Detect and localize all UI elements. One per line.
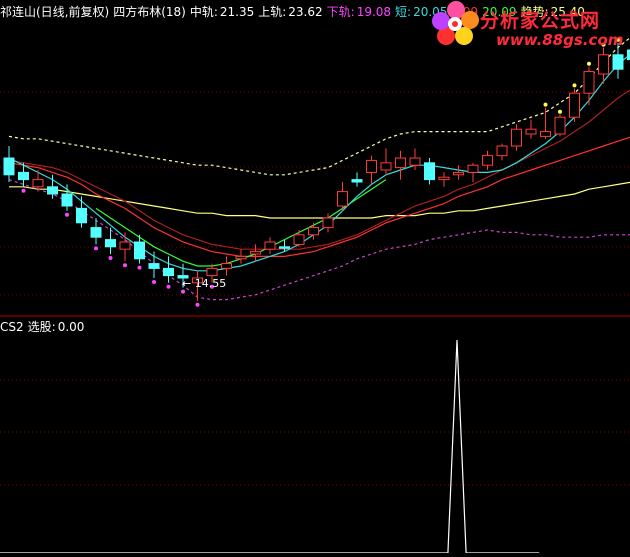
low-signal-dot (65, 213, 69, 217)
candle-body (599, 55, 609, 74)
low-signal-dot (22, 189, 26, 193)
candle-body (207, 268, 217, 275)
candle-body (62, 194, 72, 206)
candle-body (526, 129, 536, 134)
sub-indicator-name: CS2 (0, 320, 24, 334)
candle-body (251, 252, 261, 254)
candle-body (309, 228, 319, 235)
watermark-logo: 分析家公式网 www.88gs.com (430, 0, 630, 52)
candle-body (265, 242, 275, 249)
candle-body (541, 132, 551, 137)
low-signal-dot (123, 263, 127, 267)
mid-band-label: 中轨: (190, 5, 218, 19)
low-price-value: 14.55 (195, 277, 227, 290)
candle-body (338, 192, 348, 206)
candle-body (164, 268, 174, 275)
high-signal-dot (587, 62, 591, 66)
candle-body (425, 163, 435, 180)
short-line (9, 52, 630, 270)
candle-body (48, 187, 58, 194)
candle-body (396, 158, 406, 168)
low-signal-dot (94, 246, 98, 250)
candle-body (120, 242, 130, 249)
candle-body (483, 156, 493, 166)
low-signal-dot (181, 290, 185, 294)
select-value: 0.00 (58, 320, 85, 334)
short-label: 短: (395, 5, 411, 19)
candle-body (367, 160, 377, 172)
candle-body (555, 117, 565, 134)
candle-body (352, 180, 362, 182)
low-signal-dot (167, 285, 171, 289)
candle-body (410, 158, 420, 165)
candle-body (149, 264, 159, 269)
candle-body (613, 55, 623, 69)
sub-header: CS2 选股:0.00 (0, 318, 88, 335)
candle-body (222, 264, 232, 269)
candle-body (135, 242, 145, 259)
select-signal-line (0, 340, 539, 553)
candle-body (468, 165, 478, 172)
low-signal-dot (196, 303, 200, 307)
candle-body (497, 146, 507, 156)
candle-body (512, 129, 522, 146)
indicator-name: 四方布林(18) (113, 5, 186, 19)
candle-body (4, 158, 14, 175)
mid-band-value: 21.35 (220, 5, 254, 19)
candle-body (323, 218, 333, 228)
upper-band-line (9, 36, 630, 175)
low-price-annotation: ← 14.55 (182, 277, 226, 290)
candle-body (91, 228, 101, 238)
candle-body (106, 240, 116, 247)
candle-body (584, 72, 594, 94)
select-label: 选股: (28, 320, 56, 334)
low-signal-dot (138, 266, 142, 270)
candle-body (294, 235, 304, 245)
candle-body (280, 247, 290, 249)
lower-band-label: 下轨: (327, 5, 355, 19)
mid-band-line (9, 136, 630, 256)
candle-body (236, 256, 246, 258)
candle-body (33, 180, 43, 187)
high-signal-dot (544, 103, 548, 107)
candle-body (570, 93, 580, 117)
lower-band-value: 19.08 (357, 5, 391, 19)
candle-body (381, 163, 391, 170)
upper-band-label: 上轨: (258, 5, 286, 19)
kline-chart-canvas[interactable] (0, 0, 630, 553)
candle-body (77, 208, 87, 222)
upper-band-value: 23.62 (288, 5, 322, 19)
stock-title: 祁连山(日线,前复权) (0, 5, 109, 19)
high-signal-dot (558, 110, 562, 114)
chart-stage[interactable]: 祁连山(日线,前复权) 四方布林(18) 中轨:21.35 上轨:23.62 下轨:19… (0, 0, 630, 553)
low-signal-dot (109, 256, 113, 260)
candle-body (454, 172, 464, 174)
low-signal-dot (152, 280, 156, 284)
candle-body (439, 177, 449, 179)
high-signal-dot (573, 83, 577, 87)
watermark-title: 分析家公式网 (480, 6, 600, 33)
candle-body (19, 172, 29, 179)
watermark-url: www.88gs.com (496, 31, 623, 49)
